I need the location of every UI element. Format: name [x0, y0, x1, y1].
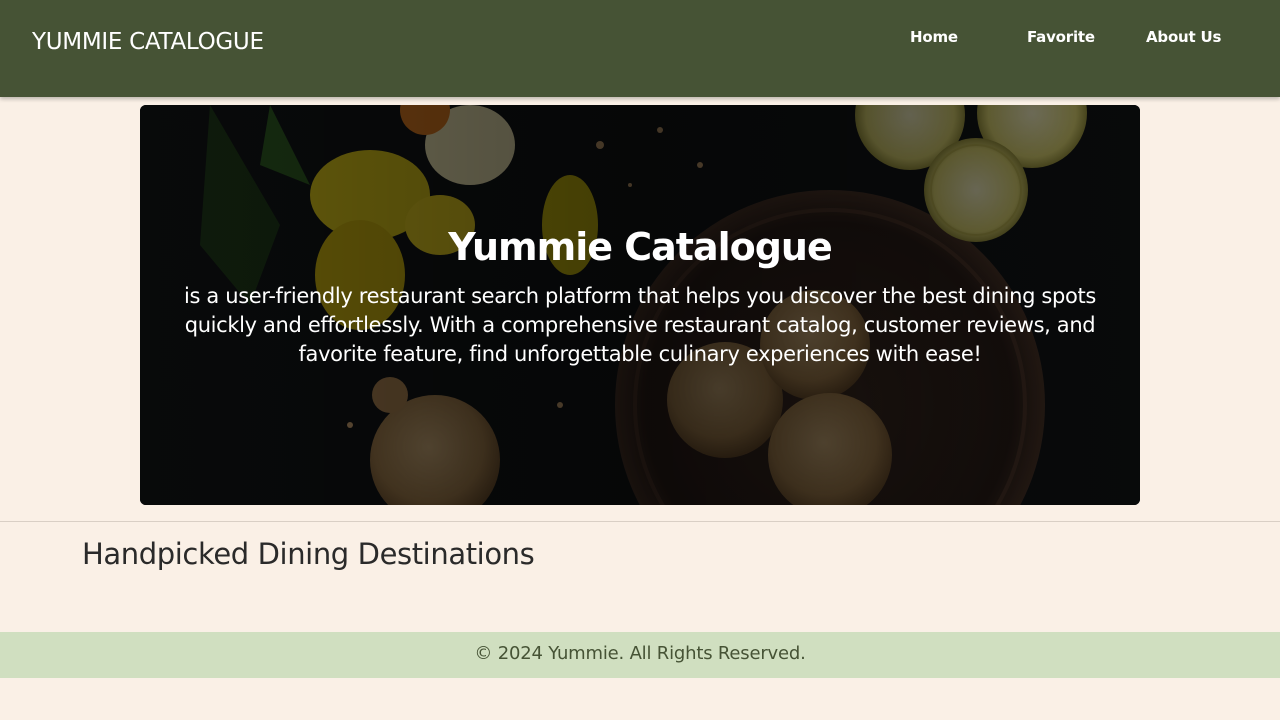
hero-banner: Yummie Catalogue is a user-friendly rest…: [140, 105, 1140, 505]
brand-logo-text[interactable]: YUMMIE CATALOGUE: [32, 29, 264, 55]
footer: © 2024 Yummie. All Rights Reserved.: [0, 632, 1280, 678]
hero-description: is a user-friendly restaurant search pla…: [184, 284, 1096, 366]
nav-link-home[interactable]: Home: [910, 28, 958, 46]
hero-title: Yummie Catalogue: [448, 225, 833, 269]
footer-copyright: © 2024 Yummie. All Rights Reserved.: [474, 643, 806, 664]
nav-link-favorite[interactable]: Favorite: [1027, 28, 1095, 46]
navbar: YUMMIE CATALOGUE Home Favorite About Us: [0, 0, 1280, 97]
section-title: Handpicked Dining Destinations: [82, 537, 535, 571]
section-divider: [0, 521, 1280, 522]
nav-link-about-us[interactable]: About Us: [1146, 28, 1221, 46]
